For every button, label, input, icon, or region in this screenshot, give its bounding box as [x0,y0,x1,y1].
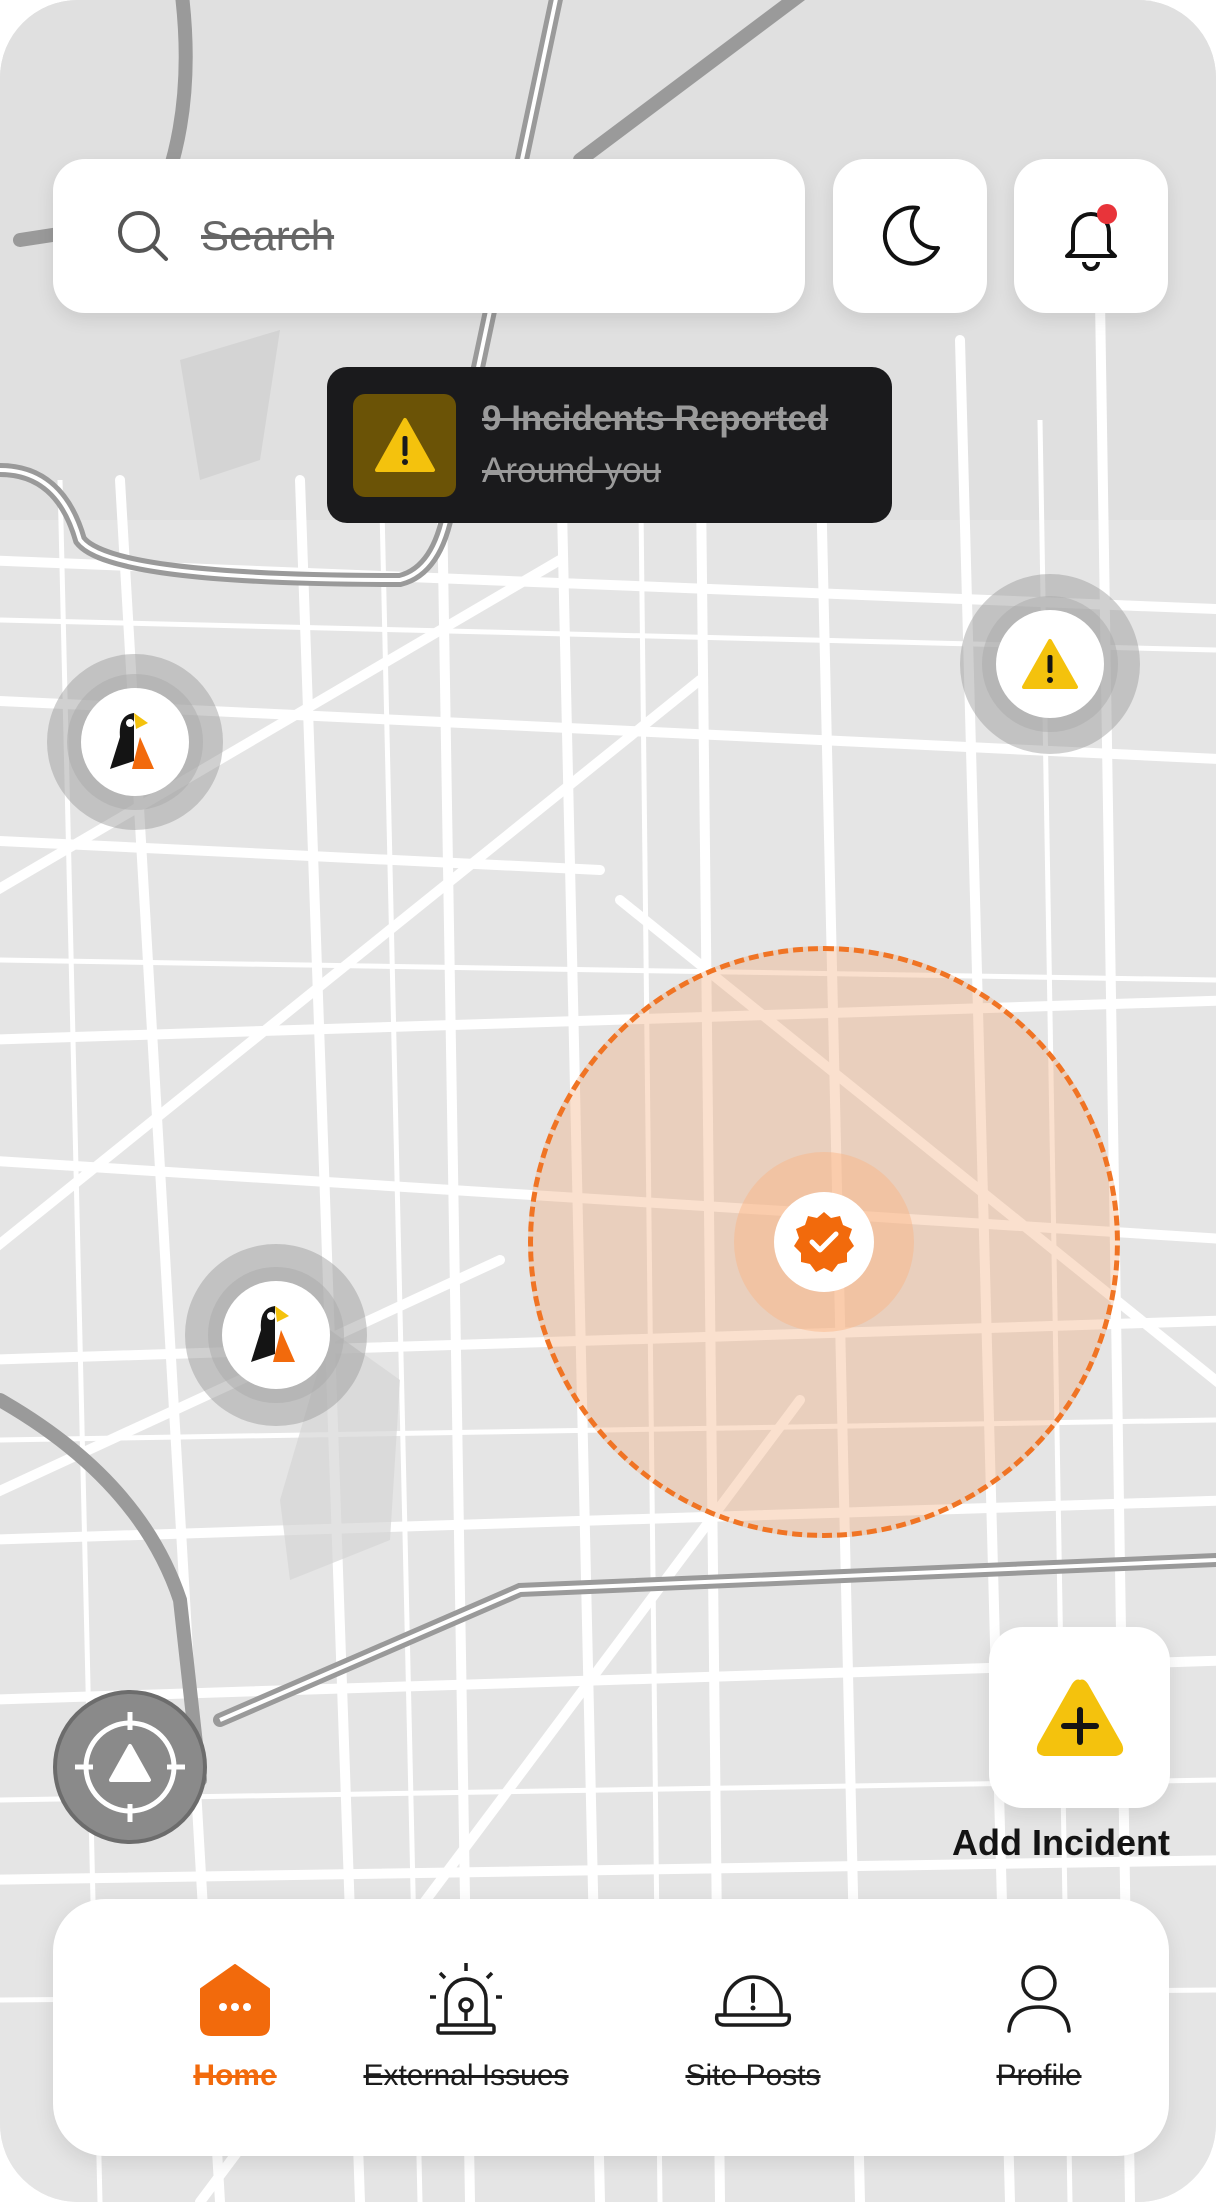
search-icon [118,211,168,261]
moon-icon [882,205,940,266]
nav-item-profile[interactable]: Profile [909,1959,1169,2093]
bottom-nav: Home External Issues Site Posts Profile [53,1899,1169,2156]
toast-text: 9 Incidents Reported Around you [482,393,828,497]
search-placeholder: Search [201,212,335,259]
user-marker-1[interactable] [47,654,223,830]
toast-subtitle: Around you [482,451,662,490]
toast-title: 9 Incidents Reported [482,399,829,438]
verified-badge-icon [794,1212,854,1272]
recenter-button[interactable] [53,1690,207,1844]
nav-item-external-issues[interactable]: External Issues [336,1959,596,2093]
add-triangle-icon [1036,1679,1123,1756]
bird-avatar-icon [110,713,154,769]
bird-avatar-icon [251,1306,295,1362]
incident-marker[interactable] [960,574,1140,754]
incident-toast[interactable]: 9 Incidents Reported Around you [327,367,892,523]
app-screen: Search 9 Incidents Reported Around you A… [0,0,1216,2202]
search-bar[interactable]: Search [53,159,805,313]
nav-label-home: Home [193,2059,277,2092]
warning-icon [374,418,435,472]
hard-hat-icon [714,1975,792,2027]
nav-label-profile: Profile [996,2059,1082,2092]
nav-label-external-issues: External Issues [363,2059,569,2092]
add-incident-label[interactable]: Add Incident [952,1822,1170,1864]
navigation-arrow-icon [75,1712,185,1822]
notifications-button[interactable] [1014,159,1168,313]
nav-label-site-posts: Site Posts [685,2059,821,2092]
verified-zone-marker[interactable] [734,1152,914,1332]
siren-icon [430,1963,502,2035]
user-icon [1007,1965,1071,2033]
nav-item-site-posts[interactable]: Site Posts [623,1959,883,2093]
toast-warning-badge [353,393,456,497]
notification-badge [1097,204,1117,224]
user-marker-2[interactable] [185,1244,367,1426]
bell-icon [1065,204,1117,271]
nav-item-home[interactable]: Home [105,1959,365,2093]
add-incident-button[interactable] [989,1627,1170,1808]
dark-mode-button[interactable] [833,159,987,313]
home-icon [200,1964,270,2036]
warning-icon [1022,639,1078,689]
